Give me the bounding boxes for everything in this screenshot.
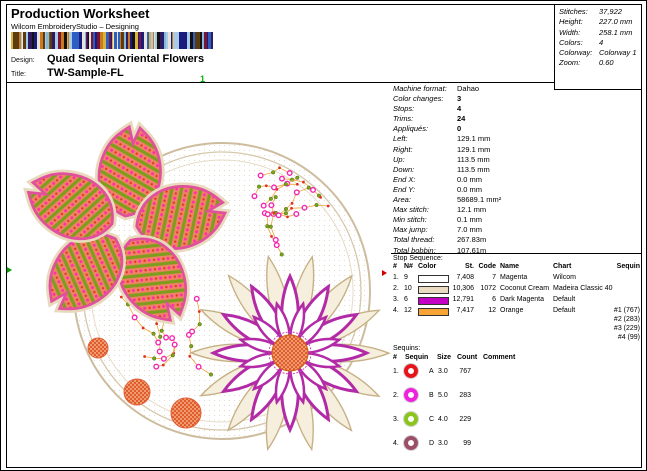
detail-row: Max stitch:12.1 mm — [393, 205, 593, 215]
design-label: Design: — [11, 57, 35, 64]
design-details-list: Machine format:Dahao Color changes:3 Sto… — [393, 84, 593, 256]
right-edge-marker — [382, 270, 387, 276]
stat-row: Colors:4 — [559, 38, 642, 48]
sequin-icon — [404, 436, 418, 450]
sequin-row: 1. A3.0767 — [391, 364, 642, 386]
stat-value: 227.0 mm — [599, 17, 632, 27]
design-preview — [7, 83, 391, 466]
detail-row: Color changes:3 — [393, 94, 593, 104]
file-title: TW-Sample-FL — [47, 67, 124, 79]
sequins-label: Sequins: — [393, 345, 420, 352]
stat-label: Colorway: — [559, 48, 599, 58]
stat-value: 4 — [599, 38, 603, 48]
stop-sequence-header: # N# Color St. Code Name Chart Sequin — [391, 263, 642, 273]
detail-row: End Y:0.0 mm — [393, 185, 593, 195]
detail-row: Area:58689.1 mm² — [393, 195, 593, 205]
sequin-icon — [404, 364, 418, 378]
stat-label: Height: — [559, 17, 599, 27]
app-subtitle: Wilcom EmbroideryStudio – Designing — [11, 22, 139, 31]
stat-row: Colorway:Colorway 1 — [559, 48, 642, 58]
design-name: Quad Sequin Oriental Flowers — [47, 53, 204, 65]
detail-row: Appliqués:0 — [393, 124, 593, 134]
stop-row: 2.10 10,3061072 Coconut CreamMadeira Cla… — [391, 285, 642, 295]
detail-row: Left:129.1 mm — [393, 134, 593, 144]
stat-value: 37,922 — [599, 7, 622, 17]
sequin-icon — [404, 412, 418, 426]
detail-row: Up:113.5 mm — [393, 155, 593, 165]
stat-label: Stitches: — [559, 7, 599, 17]
detail-row: End X:0.0 mm — [393, 175, 593, 185]
detail-row: Trims:24 — [393, 114, 593, 124]
stat-label: Width: — [559, 28, 599, 38]
title-label: Title: — [11, 71, 26, 78]
production-worksheet-page: Production Worksheet Wilcom EmbroiderySt… — [0, 0, 647, 471]
page-title: Production Worksheet — [11, 6, 149, 21]
sequin-row: 4. D3.099 — [391, 436, 642, 458]
sequin-usage: #3 (229) — [590, 325, 640, 332]
stat-row: Zoom:0.60 — [559, 58, 642, 68]
sequin-usage: #4 (99) — [590, 334, 640, 341]
sequins-section: Sequins: # Sequin Size Count Comment 1. … — [391, 345, 642, 465]
sequin-icon — [404, 388, 418, 402]
stop-row: 1.9 7,4087 MagentaWilcom — [391, 274, 642, 284]
detail-row: Down:113.5 mm — [393, 165, 593, 175]
detail-row: Min stitch:0.1 mm — [393, 215, 593, 225]
detail-row: Right:129.1 mm — [393, 145, 593, 155]
stop-sequence-section: Stop Sequence: # N# Color St. Code Name … — [391, 253, 642, 345]
stat-row: Height:227.0 mm — [559, 17, 642, 27]
start-point-marker: 1 — [200, 74, 205, 84]
detail-row: Total thread:267.83m — [393, 235, 593, 245]
sequin-usage: #2 (283) — [590, 316, 640, 323]
stat-label: Colors: — [559, 38, 599, 48]
barcode — [11, 32, 309, 49]
sequin-row: 3. C4.0229 — [391, 412, 642, 434]
stat-row: Width:258.1 mm — [559, 28, 642, 38]
left-edge-marker — [7, 267, 12, 273]
stop-sequence-label: Stop Sequence: — [393, 255, 443, 262]
stat-value: 258.1 mm — [599, 28, 632, 38]
section-divider — [391, 253, 642, 254]
stat-value: 0.60 — [599, 58, 614, 68]
detail-row: Max jump:7.0 mm — [393, 225, 593, 235]
stat-label: Zoom: — [559, 58, 599, 68]
sequin-usage: #1 (767) — [590, 307, 640, 314]
stats-box: Stitches:37,922 Height:227.0 mm Width:25… — [554, 4, 642, 90]
detail-row: Stops:4 — [393, 104, 593, 114]
stop-row: 3.6 12,7916 Dark MagentaDefault — [391, 296, 642, 306]
stat-row: Stitches:37,922 — [559, 7, 642, 17]
sequin-row: 2. B5.0283 — [391, 388, 642, 410]
stat-value: Colorway 1 — [599, 48, 637, 58]
detail-row: Machine format:Dahao — [393, 84, 593, 94]
